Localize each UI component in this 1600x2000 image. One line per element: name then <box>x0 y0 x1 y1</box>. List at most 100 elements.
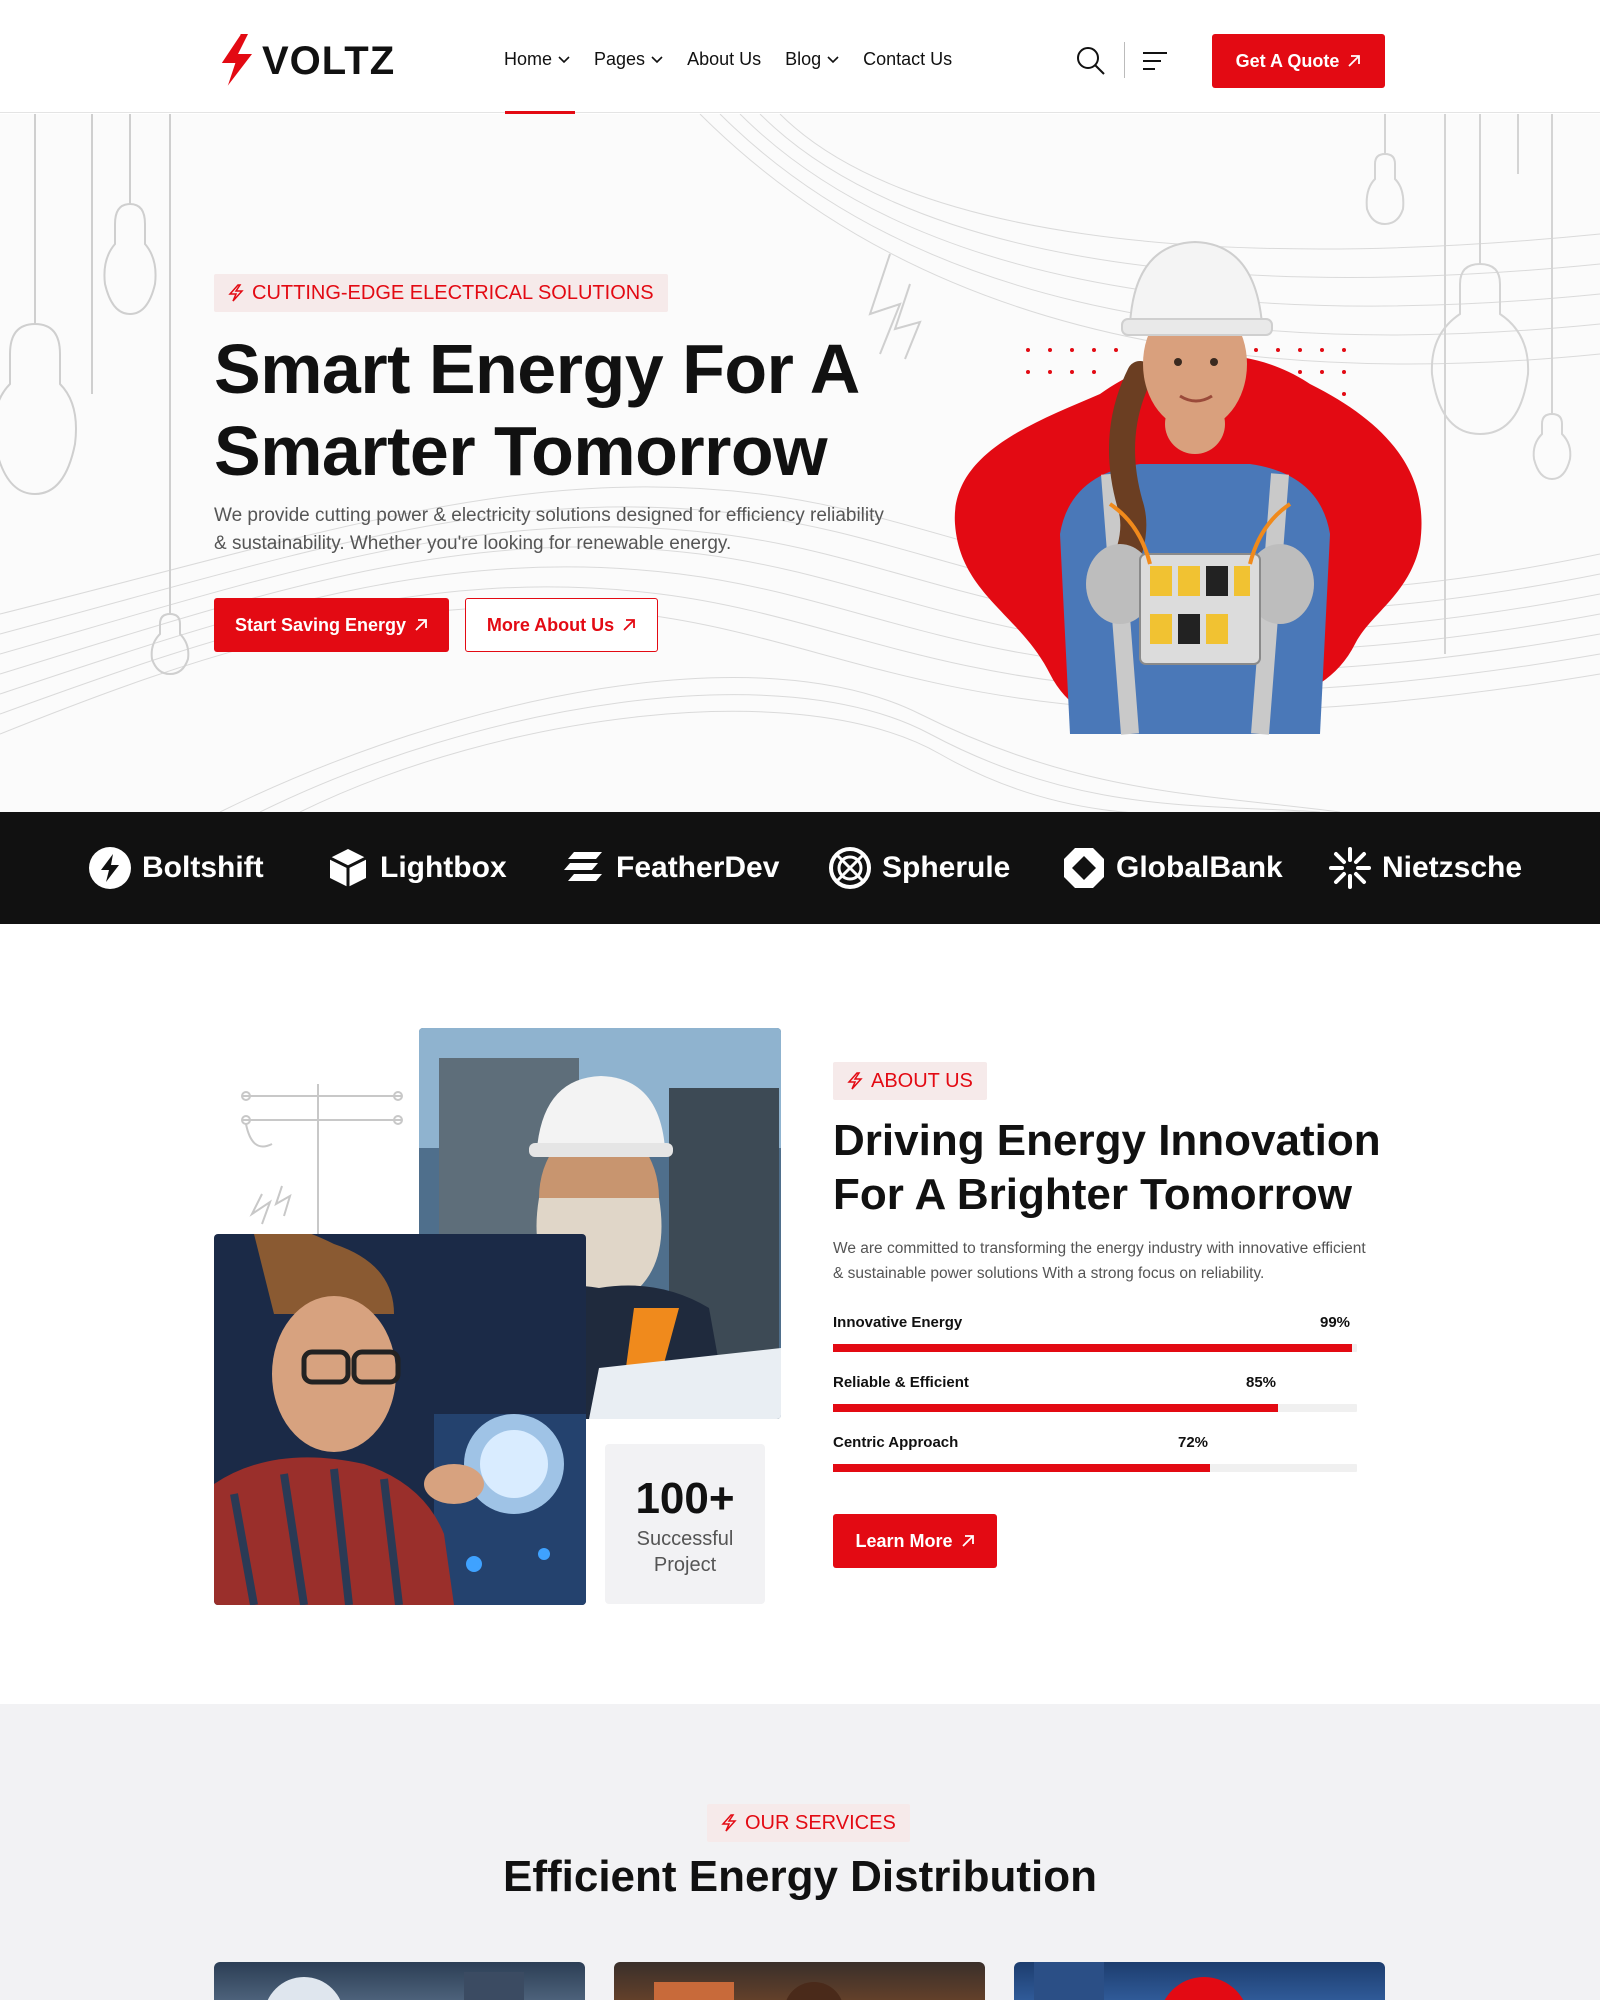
skill-label: Centric Approach <box>833 1434 959 1451</box>
about-description: We are committed to transforming the ene… <box>833 1240 1366 1282</box>
skill-bar: Reliable & Efficient 85% <box>833 1374 1357 1412</box>
about-title: Driving Energy Innovation For A Brighter… <box>833 1114 1393 1222</box>
brand-boltshift-label: Boltshift <box>142 851 264 884</box>
chevron-down-icon <box>558 55 570 63</box>
more-about-label: More About Us <box>486 614 615 635</box>
nav-home-label: Home <box>504 49 553 69</box>
skill-fill <box>833 1464 1210 1472</box>
nietzsche-logo-icon <box>1329 847 1371 889</box>
featherdev-logo-icon <box>564 852 602 881</box>
about-image-technician <box>214 1234 586 1605</box>
skill-label: Reliable & Efficient <box>833 1374 969 1391</box>
header-divider <box>1124 42 1125 78</box>
lightning-logo-icon <box>218 33 252 89</box>
skill-fill <box>833 1344 1352 1352</box>
hero-tag: CUTTING-EDGE ELECTRICAL SOLUTIONS <box>214 274 668 312</box>
nav-about-label: About Us <box>687 49 762 69</box>
stat-label-line1: Successful <box>636 1528 734 1550</box>
stat-number: 100+ <box>635 1474 735 1523</box>
about-tag: ABOUT US <box>833 1062 987 1100</box>
brand-boltshift: Boltshift <box>88 846 264 890</box>
lightning-icon <box>721 1814 737 1832</box>
about-title-line1: Driving Energy Innovation <box>833 1116 1381 1165</box>
hero-title-line2: Smarter Tomorrow <box>214 412 828 490</box>
skill-percent: 99% <box>1320 1314 1351 1331</box>
brand-spherule-label: Spherule <box>882 851 1011 884</box>
skill-track <box>833 1404 1357 1412</box>
power-pole-illustration <box>241 1084 403 1234</box>
brand-nietzsche: Nietzsche <box>1328 846 1522 890</box>
stat-label-line2: Project <box>653 1554 717 1576</box>
hero-tag-label: CUTTING-EDGE ELECTRICAL SOLUTIONS <box>252 281 654 304</box>
search-icon[interactable] <box>1076 46 1106 76</box>
learn-more-button[interactable]: Learn More <box>833 1514 997 1568</box>
chevron-down-icon <box>651 55 663 63</box>
hero-title-line1: Smart Energy For A <box>214 330 860 408</box>
services-tag: OUR SERVICES <box>707 1804 910 1842</box>
service-card-image[interactable] <box>614 1962 985 2000</box>
skill-fill <box>833 1404 1278 1412</box>
skill-bar: Innovative Energy 99% <box>833 1314 1357 1352</box>
skill-track <box>833 1344 1357 1352</box>
chevron-down-icon <box>827 55 839 63</box>
hero-section: CUTTING-EDGE ELECTRICAL SOLUTIONS Smart … <box>0 114 1600 812</box>
nav-contact[interactable]: Contact Us <box>863 49 952 70</box>
logo[interactable]: VOLTZ <box>214 32 395 90</box>
arrow-up-right-icon <box>961 1535 974 1547</box>
nav-blog-label: Blog <box>785 49 822 69</box>
brand-lightbox-label: Lightbox <box>380 851 507 884</box>
menu-icon[interactable] <box>1142 50 1168 72</box>
start-saving-button[interactable]: Start Saving Energy <box>214 598 449 652</box>
about-title-line2: For A Brighter Tomorrow <box>833 1170 1353 1219</box>
nav-home[interactable]: Home <box>504 49 570 70</box>
globalbank-logo-icon <box>1064 848 1104 888</box>
brand-lightbox: Lightbox <box>326 846 507 890</box>
arrow-up-right-icon <box>623 619 636 631</box>
service-card-image[interactable] <box>214 1962 585 2000</box>
services-title: Efficient Energy Distribution <box>502 1852 1098 1901</box>
logo-text: VOLTZ <box>262 38 396 83</box>
brand-globalbank-label: GlobalBank <box>1116 851 1283 884</box>
brand-globalbank: GlobalBank <box>1062 846 1283 890</box>
hero-worker-image <box>954 240 1422 735</box>
nav-pages-label: Pages <box>594 49 646 69</box>
nav-pages[interactable]: Pages <box>594 49 663 70</box>
nav-blog[interactable]: Blog <box>785 49 839 70</box>
arrow-up-right-icon <box>1348 55 1361 67</box>
services-tag-label: OUR SERVICES <box>745 1811 896 1834</box>
site-header: VOLTZ Home Pages About Us Blog Contact U… <box>0 0 1600 114</box>
brand-featherdev: FeatherDev <box>562 846 779 890</box>
arrow-up-right-icon <box>415 619 427 631</box>
service-card-photo <box>267 1972 524 2000</box>
get-quote-label: Get A Quote <box>1235 50 1340 71</box>
get-quote-button[interactable]: Get A Quote <box>1212 34 1385 88</box>
skill-track <box>833 1464 1357 1472</box>
brand-featherdev-label: FeatherDev <box>616 851 780 884</box>
more-about-button[interactable]: More About Us <box>465 598 658 652</box>
nav-about[interactable]: About Us <box>687 49 761 70</box>
start-saving-label: Start Saving Energy <box>234 614 407 635</box>
learn-more-label: Learn More <box>855 1530 953 1551</box>
skill-percent: 72% <box>1178 1434 1209 1451</box>
service-card-photo <box>654 1982 842 2000</box>
lightning-icon <box>228 284 244 302</box>
stat-card: 100+ Successful Project <box>605 1444 765 1604</box>
hero-description: We provide cutting power & electricity s… <box>214 505 884 554</box>
lightning-icon <box>847 1072 863 1090</box>
boltshift-logo-icon <box>89 847 131 889</box>
service-card-image[interactable] <box>1014 1962 1385 2000</box>
spherule-logo-icon <box>829 847 871 889</box>
page: VOLTZ Home Pages About Us Blog Contact U… <box>0 0 1600 2000</box>
skill-label: Innovative Energy <box>833 1314 963 1331</box>
about-tag-label: ABOUT US <box>871 1069 973 1092</box>
brand-logos-bar: Boltshift Lightbox FeatherDev Spherule G… <box>0 812 1600 924</box>
skill-percent: 85% <box>1246 1374 1277 1391</box>
hero-title: Smart Energy For A Smarter Tomorrow <box>214 328 914 492</box>
skill-bar: Centric Approach 72% <box>833 1434 1357 1472</box>
brand-nietzsche-label: Nietzsche <box>1382 851 1523 884</box>
nav-contact-label: Contact Us <box>863 49 953 69</box>
main-nav: Home Pages About Us Blog Contact Us <box>504 49 952 70</box>
brand-spherule: Spherule <box>828 846 1010 890</box>
lightbox-logo-icon <box>329 849 367 887</box>
service-card-photo <box>1034 1962 1244 2000</box>
